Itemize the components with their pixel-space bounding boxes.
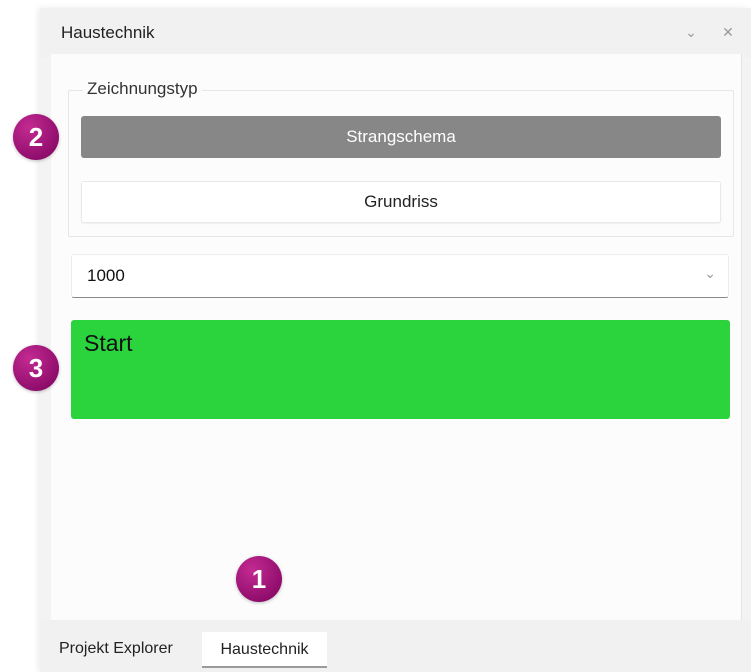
panel-content: Zeichnungstyp Strangschema Grundriss 100… xyxy=(51,54,742,620)
annotation-badge-1: 1 xyxy=(236,556,282,602)
tab-haustechnik[interactable]: Haustechnik xyxy=(202,632,327,668)
close-icon[interactable]: ✕ xyxy=(718,22,738,42)
panel-tab-bar: Projekt Explorer Haustechnik xyxy=(40,620,751,672)
haustechnik-panel: Haustechnik ⌄ ✕ Zeichnungstyp Strangsche… xyxy=(40,8,751,672)
start-button[interactable]: Start xyxy=(71,320,730,419)
scale-select[interactable]: 1000 ⌄ xyxy=(71,254,729,298)
chevron-down-icon: ⌄ xyxy=(704,265,716,281)
chevron-down-icon[interactable]: ⌄ xyxy=(681,22,701,42)
scale-select-value: 1000 xyxy=(87,266,125,285)
tab-projekt-explorer[interactable]: Projekt Explorer xyxy=(59,640,173,658)
panel-title: Haustechnik xyxy=(61,23,155,42)
panel-titlebar: Haustechnik ⌄ ✕ xyxy=(40,8,751,58)
start-button-label: Start xyxy=(84,330,133,356)
drawing-type-legend: Zeichnungstyp xyxy=(83,79,202,99)
strangschema-button[interactable]: Strangschema xyxy=(81,116,721,158)
annotation-badge-2: 2 xyxy=(13,114,59,160)
annotation-badge-3: 3 xyxy=(13,345,59,391)
grundriss-button[interactable]: Grundriss xyxy=(81,181,721,223)
